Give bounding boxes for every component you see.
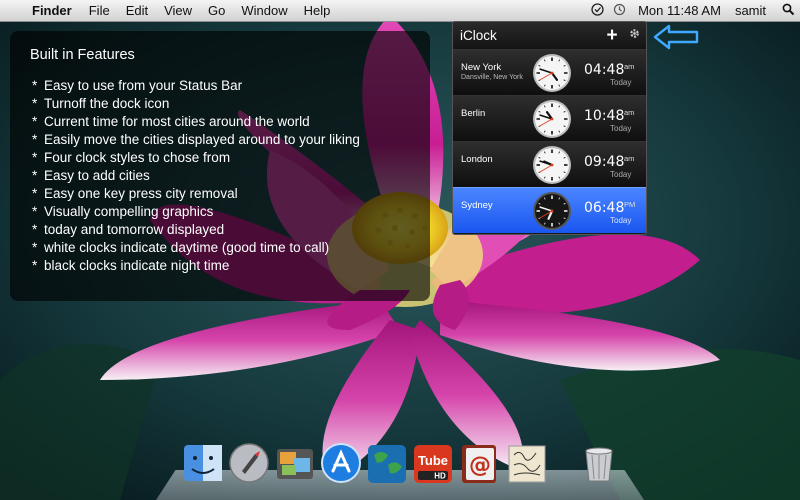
menu-window[interactable]: Window (233, 3, 295, 18)
launchpad-rocket-icon[interactable] (228, 441, 270, 485)
city-day: Today (610, 124, 632, 133)
city-row-new-york[interactable]: New York Dansville, New York 04:48 am To… (453, 49, 646, 95)
feature-item: * Easy one key press city removal (32, 185, 430, 203)
features-title: Built in Features (30, 47, 135, 63)
feature-text: white clocks indicate daytime (good time… (44, 240, 330, 255)
clock-face-icon (533, 146, 571, 184)
menu-file[interactable]: File (81, 3, 118, 18)
menu-help[interactable]: Help (296, 3, 339, 18)
menu-go[interactable]: Go (200, 3, 233, 18)
tube-label: Tube (418, 453, 448, 468)
clock-center-pin (550, 209, 554, 213)
city-ampm: am (624, 108, 635, 117)
iclock-title: iClock (460, 28, 497, 43)
feature-text: Current time for most cities around the … (44, 114, 310, 129)
feature-text: Easy one key press city removal (44, 186, 238, 201)
feature-item: * Four clock styles to chose from (32, 149, 430, 167)
feature-item: * today and tomorrow displayed (32, 221, 430, 239)
feature-bullet: * (32, 96, 38, 111)
city-time: 06:48 (584, 200, 625, 216)
features-list: * Easy to use from your Status Bar * Turno… (30, 77, 430, 275)
clock-center-pin (550, 117, 554, 121)
feature-item: * Easy to use from your Status Bar (32, 77, 430, 95)
feature-item: * Current time for most cities around the… (32, 113, 430, 131)
city-ampm: am (624, 154, 635, 163)
feature-text: today and tomorrow displayed (44, 222, 225, 237)
menu-clock[interactable]: Mon 11:48 AM (630, 3, 731, 18)
clock-center-pin (550, 71, 554, 75)
feature-text: Visually compelling graphics (44, 204, 214, 219)
city-ampm: PM (624, 200, 636, 209)
feature-item: * Turnoff the dock icon (32, 95, 430, 113)
city-name: Berlin (461, 108, 486, 119)
menu-app-name[interactable]: Finder (28, 3, 81, 18)
iclock-panel: iClock + New York Dansville, New York 04… (452, 21, 647, 235)
clock-center-pin (550, 163, 554, 167)
city-time: 04:48 (584, 62, 625, 78)
feature-text: Easy to use from your Status Bar (44, 78, 243, 93)
iclock-status-icon[interactable] (586, 2, 608, 19)
clock-face-icon (533, 100, 571, 138)
menu-edit[interactable]: Edit (118, 3, 156, 18)
city-row-sydney[interactable]: Sydney 06:48 PM Today (453, 187, 646, 233)
feature-bullet: * (32, 150, 38, 165)
feature-bullet: * (32, 168, 38, 183)
city-day: Today (610, 216, 632, 225)
world-map-icon[interactable] (366, 441, 408, 485)
city-time: 10:48 (584, 108, 625, 124)
feature-bullet: * (32, 222, 38, 237)
feature-item: * Visually compelling graphics (32, 203, 430, 221)
feature-bullet: * (32, 240, 38, 255)
feature-bullet: * (32, 186, 38, 201)
mail-icon[interactable]: @ (458, 441, 500, 485)
feature-item: * Easy to add cities (32, 167, 430, 185)
finder-icon[interactable] (182, 441, 224, 485)
tube-hd-badge: HD (434, 472, 446, 481)
feature-bullet: * (32, 258, 38, 273)
feature-text: Four clock styles to chose from (44, 150, 231, 165)
iphoto-icon[interactable] (274, 441, 316, 485)
feature-bullet: * (32, 78, 38, 93)
city-day: Today (610, 78, 632, 87)
feature-text: Turnoff the dock icon (44, 96, 170, 111)
city-row-london[interactable]: London 09:48 am Today (453, 141, 646, 187)
trash-icon[interactable] (578, 441, 620, 485)
menu-bar: Finder File Edit View Go Window Help Mon… (0, 0, 800, 22)
feature-text: Easily move the cities displayed around … (44, 132, 360, 147)
city-time: 09:48 (584, 154, 625, 170)
city-row-berlin[interactable]: Berlin 10:48 am Today (453, 95, 646, 141)
mail-glyph: @ (469, 453, 491, 478)
menu-view[interactable]: View (156, 3, 200, 18)
feature-text: Easy to add cities (44, 168, 150, 183)
spotlight-search-icon[interactable] (776, 3, 800, 19)
clock-face-icon (533, 54, 571, 92)
feature-item: * Easily move the cities displayed around… (32, 131, 430, 149)
gear-icon[interactable] (622, 27, 646, 44)
features-panel: Built in Features * Easy to use from your… (10, 31, 430, 301)
add-city-button[interactable]: + (602, 25, 622, 47)
feature-bullet: * (32, 114, 38, 129)
iclock-header: iClock + (453, 22, 646, 49)
app-store-icon[interactable] (320, 441, 362, 485)
feature-item: * black clocks indicate night time (32, 257, 430, 275)
signature-document-icon[interactable] (506, 441, 548, 485)
pointer-arrow-icon (653, 24, 699, 50)
city-name: London (461, 154, 493, 165)
city-ampm: am (624, 62, 635, 71)
user-name[interactable]: samit (731, 3, 776, 18)
feature-item: * white clocks indicate daytime (good tim… (32, 239, 430, 257)
feature-bullet: * (32, 132, 38, 147)
city-day: Today (610, 170, 632, 179)
feature-text: black clocks indicate night time (44, 258, 230, 273)
clock-face-icon (533, 192, 571, 230)
city-subtitle: Dansville, New York (461, 74, 523, 81)
city-name: Sydney (461, 200, 493, 211)
feature-bullet: * (32, 204, 38, 219)
tube-hd-icon[interactable]: Tube HD (412, 441, 454, 485)
city-name: New York (461, 62, 502, 73)
time-machine-icon[interactable] (608, 3, 630, 19)
